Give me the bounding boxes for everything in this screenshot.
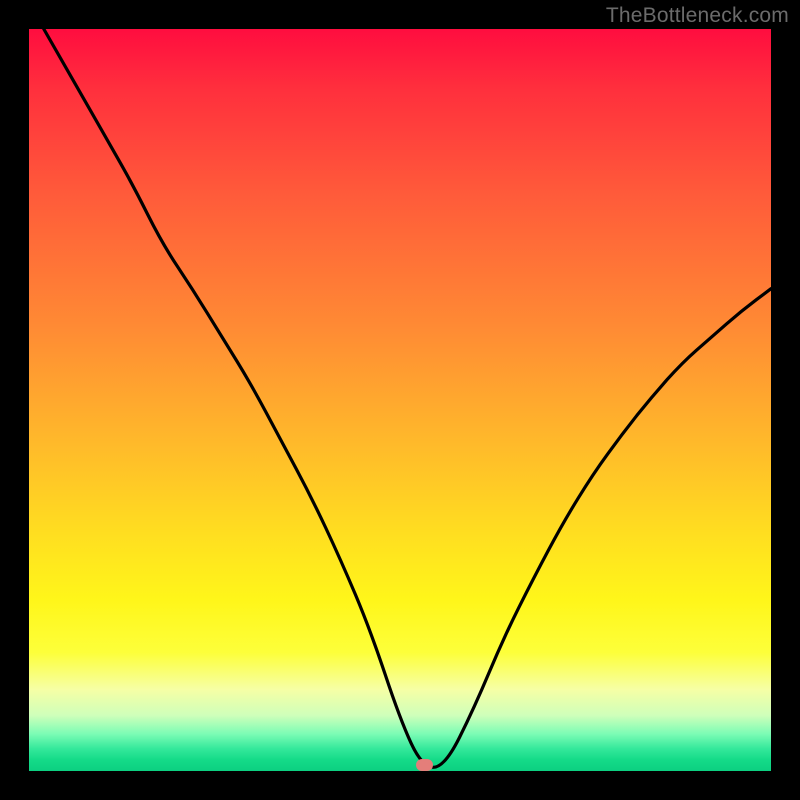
bottleneck-marker	[416, 759, 433, 771]
bottleneck-curve	[29, 29, 771, 771]
watermark-text: TheBottleneck.com	[606, 4, 789, 28]
plot-area	[29, 29, 771, 771]
chart-frame: TheBottleneck.com	[0, 0, 800, 800]
